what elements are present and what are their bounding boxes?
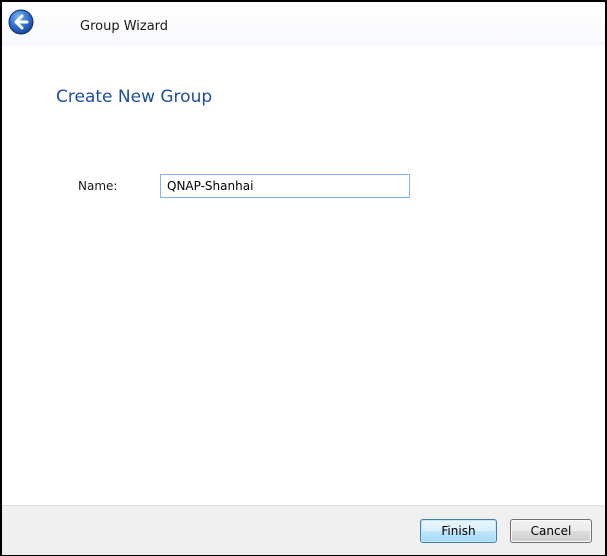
page-heading: Create New Group xyxy=(56,87,213,107)
title-bar: Group Wizard xyxy=(2,2,605,46)
back-arrow-icon xyxy=(8,9,34,35)
footer-bar: Finish Cancel xyxy=(2,505,605,555)
wizard-window: Group Wizard Create New Group Name: Fini… xyxy=(0,0,607,556)
name-label: Name: xyxy=(78,179,118,193)
back-button[interactable] xyxy=(8,9,34,35)
finish-button[interactable]: Finish xyxy=(420,519,497,543)
window-title: Group Wizard xyxy=(80,19,169,34)
name-input[interactable] xyxy=(160,174,410,198)
cancel-button[interactable]: Cancel xyxy=(510,519,592,543)
